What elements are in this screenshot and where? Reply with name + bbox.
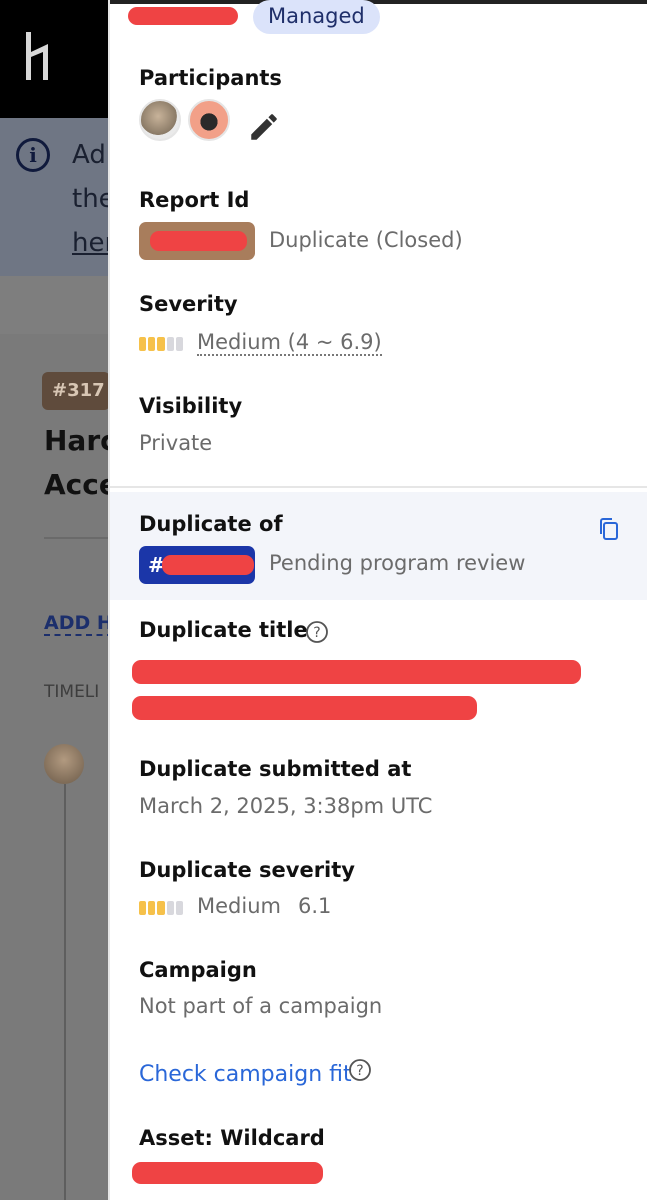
copy-icon[interactable] <box>597 516 621 542</box>
duplicate-severity-meter <box>139 901 184 915</box>
duplicate-of-status: Pending program review <box>269 551 526 575</box>
svg-text:?: ? <box>313 625 320 641</box>
participants-label: Participants <box>139 66 282 90</box>
help-icon[interactable]: ? <box>305 620 329 644</box>
severity-value[interactable]: Medium (4 ~ 6.9) <box>197 330 382 356</box>
redacted-field <box>162 555 254 575</box>
divider <box>110 486 647 488</box>
report-title: Acce <box>44 468 118 501</box>
avatar-participant-1[interactable] <box>139 99 181 141</box>
duplicate-severity-label: Duplicate severity <box>139 858 355 882</box>
report-tag: #317 <box>42 372 110 410</box>
campaign-label: Campaign <box>139 958 257 982</box>
redacted-field <box>150 231 247 251</box>
duplicate-of-label: Duplicate of <box>139 512 283 536</box>
divider <box>44 537 110 539</box>
svg-text:?: ? <box>356 1063 363 1079</box>
duplicate-submitted-value: March 2, 2025, 3:38pm UTC <box>139 794 433 818</box>
timeline-label: TIMELI <box>44 682 100 702</box>
redacted-field <box>132 696 477 720</box>
visibility-value: Private <box>139 431 213 455</box>
report-details-panel: Managed Participants Report Id Duplicate… <box>108 0 647 1200</box>
managed-badge: Managed <box>253 0 380 34</box>
campaign-value: Not part of a campaign <box>139 994 383 1018</box>
redacted-field <box>128 7 238 25</box>
info-text: Ad <box>72 140 106 170</box>
duplicate-severity-rating: Medium <box>197 894 281 918</box>
duplicate-submitted-label: Duplicate submitted at <box>139 757 412 781</box>
report-status: Duplicate (Closed) <box>269 228 463 252</box>
hackerone-logo-icon <box>26 32 48 80</box>
severity-label: Severity <box>139 292 238 316</box>
visibility-label: Visibility <box>139 394 243 418</box>
duplicate-severity-score: 6.1 <box>298 894 332 918</box>
redacted-field <box>132 660 581 684</box>
severity-meter <box>139 337 184 351</box>
pencil-icon[interactable] <box>247 110 281 144</box>
help-icon[interactable]: ? <box>348 1058 372 1082</box>
panel-top-border <box>110 0 647 4</box>
info-icon: i <box>16 138 50 172</box>
duplicate-title-label: Duplicate title <box>139 618 308 642</box>
report-id-label: Report Id <box>139 188 250 212</box>
check-campaign-fit-link[interactable]: Check campaign fit <box>139 1062 352 1087</box>
avatar-participant-2[interactable] <box>188 99 230 141</box>
redacted-field <box>132 1162 323 1184</box>
add-link[interactable]: ADD H <box>44 612 113 636</box>
timeline-avatar <box>44 744 84 784</box>
report-title: Harc <box>44 424 117 457</box>
timeline-line <box>64 784 66 1200</box>
asset-label: Asset: Wildcard <box>139 1126 325 1150</box>
